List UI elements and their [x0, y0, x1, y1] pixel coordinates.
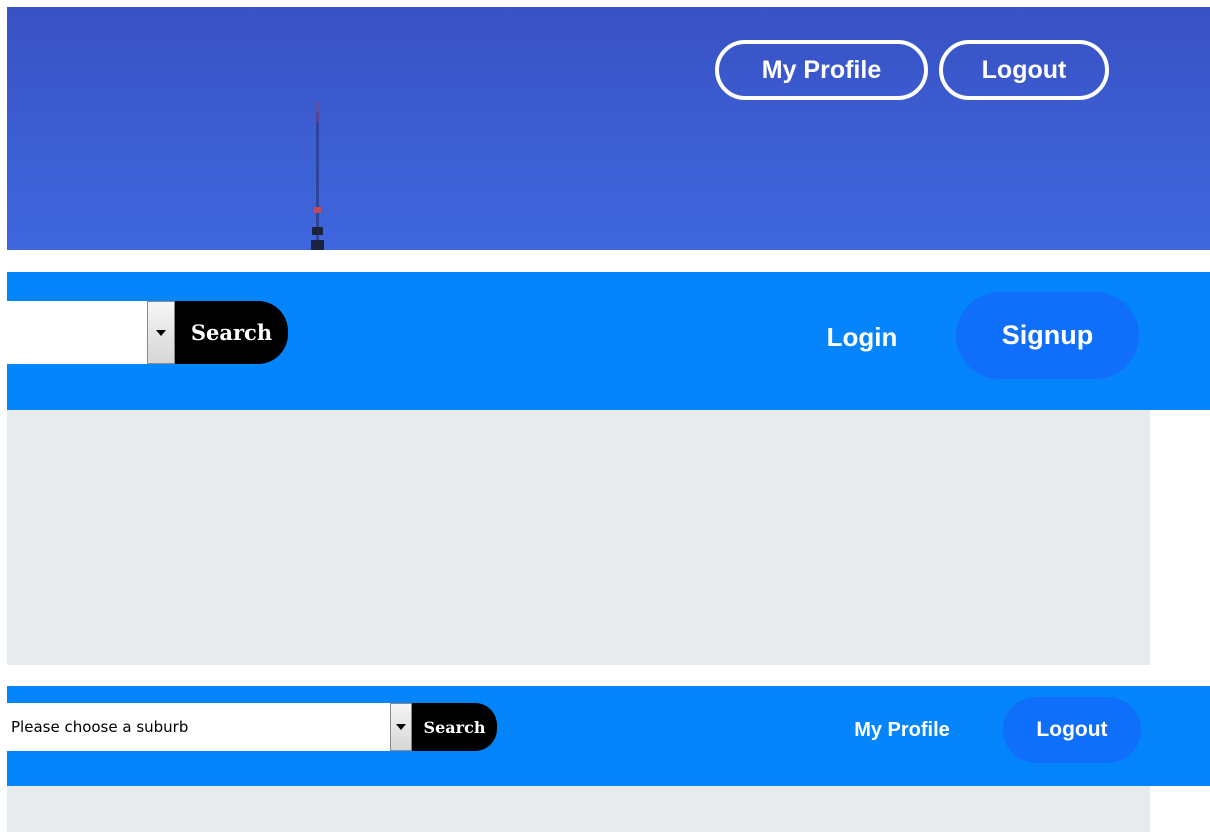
- content-area: [7, 786, 1150, 832]
- login-link[interactable]: Login: [807, 312, 917, 362]
- guest-nav-bar: Search Login Signup: [7, 272, 1210, 410]
- dropdown-toggle[interactable]: [147, 301, 175, 364]
- user-nav-bar: Please choose a suburb Search My Profile…: [7, 686, 1210, 786]
- content-area: [7, 410, 1150, 665]
- radio-tower-icon: [311, 102, 324, 250]
- my-profile-link[interactable]: My Profile: [837, 710, 967, 750]
- logout-button[interactable]: Logout: [1003, 697, 1141, 763]
- chevron-down-icon: [156, 329, 166, 336]
- chevron-down-icon: [396, 724, 406, 730]
- dropdown-toggle[interactable]: [390, 703, 412, 751]
- logout-button[interactable]: Logout: [939, 40, 1109, 100]
- suburb-select[interactable]: Please choose a suburb: [7, 703, 390, 751]
- signup-button[interactable]: Signup: [956, 292, 1139, 379]
- search-button[interactable]: Search: [175, 301, 288, 364]
- search-button[interactable]: Search: [412, 703, 497, 751]
- my-profile-button[interactable]: My Profile: [715, 40, 928, 100]
- suburb-select[interactable]: [7, 301, 147, 364]
- hero-header: My Profile Logout: [7, 7, 1210, 250]
